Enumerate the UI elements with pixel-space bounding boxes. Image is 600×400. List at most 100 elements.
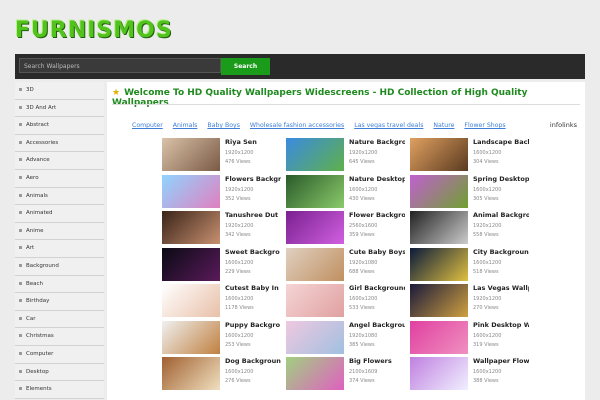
wallpaper-title[interactable]: Dog Backgroun	[225, 357, 281, 365]
wallpaper-views: 388 Views	[473, 378, 499, 384]
wallpaper-title[interactable]: Cute Baby Boys	[349, 248, 405, 256]
wallpaper-thumbnail[interactable]	[162, 284, 220, 317]
wallpaper-thumbnail[interactable]	[286, 357, 344, 390]
bullet-icon	[19, 369, 22, 373]
tag-link[interactable]: Baby Boys	[207, 122, 240, 129]
wallpaper-title[interactable]: Pink Desktop W	[473, 321, 529, 329]
wallpaper-resolution: 1600x1200	[349, 186, 378, 193]
tag-link[interactable]: Flower Shops	[464, 122, 505, 129]
wallpaper-item[interactable]: City Background 1600x1200 518 Views	[410, 247, 535, 282]
search-button[interactable]: Search	[221, 58, 270, 75]
sidebar-item[interactable]: 3D	[15, 82, 104, 100]
wallpaper-title[interactable]: Girl Background	[349, 284, 405, 292]
wallpaper-thumbnail[interactable]	[410, 284, 468, 317]
wallpaper-title[interactable]: Animal Backgro	[473, 211, 529, 219]
wallpaper-thumbnail[interactable]	[162, 174, 220, 208]
sidebar-item[interactable]: Accessories	[15, 134, 104, 153]
wallpaper-thumbnail[interactable]	[162, 138, 220, 171]
wallpaper-item[interactable]: Puppy Backgro 1600x1200 253 Views	[162, 320, 287, 355]
wallpaper-thumbnail[interactable]	[410, 174, 468, 208]
sidebar-item[interactable]: Advance	[15, 152, 104, 170]
sidebar-item[interactable]: Elements	[15, 381, 104, 399]
sidebar-item[interactable]: Birthday	[15, 293, 104, 311]
wallpaper-item[interactable]: Spring Desktop 1600x1200 305 Views	[410, 174, 535, 209]
wallpaper-item[interactable]: Flower Backgrou 2560x1600 359 Views	[286, 211, 411, 245]
wallpaper-thumbnail[interactable]	[286, 247, 344, 281]
wallpaper-thumbnail[interactable]	[286, 284, 344, 317]
sidebar-item[interactable]: Animated	[15, 205, 104, 223]
sidebar-item[interactable]: Aero	[15, 169, 104, 188]
wallpaper-item[interactable]: Tanushree Dut 1920x1200 342 Views	[162, 211, 287, 245]
wallpaper-title[interactable]: Flower Backgrou	[349, 211, 405, 219]
wallpaper-title[interactable]: Sweet Backgro	[225, 248, 281, 256]
tag-link[interactable]: Las vegas travel deals	[354, 122, 423, 129]
wallpaper-item[interactable]: Animal Backgro 1920x1200 558 Views	[410, 211, 535, 245]
wallpaper-thumbnail[interactable]	[162, 357, 220, 390]
wallpaper-item[interactable]: Dog Backgroun 1600x1200 276 Views	[162, 357, 287, 391]
welcome-text: Welcome To HD Quality Wallpapers Widescr…	[112, 88, 528, 108]
wallpaper-thumbnail[interactable]	[162, 211, 220, 244]
tag-link[interactable]: Nature	[433, 122, 454, 129]
tag-link[interactable]: Wholesale fashion accessories	[250, 122, 344, 129]
wallpaper-thumbnail[interactable]	[410, 357, 468, 390]
wallpaper-thumbnail[interactable]	[162, 247, 220, 281]
sidebar-item-label: Computer	[26, 350, 54, 357]
wallpaper-thumbnail[interactable]	[286, 211, 344, 244]
wallpaper-title[interactable]: Flowers Backgr	[225, 175, 281, 183]
wallpaper-item[interactable]: Nature Backgro 1920x1200 645 Views	[286, 138, 411, 172]
wallpaper-title[interactable]: Spring Desktop	[473, 175, 529, 183]
wallpaper-thumbnail[interactable]	[410, 211, 468, 244]
wallpaper-title[interactable]: City Background	[473, 248, 529, 256]
wallpaper-thumbnail[interactable]	[286, 320, 344, 354]
wallpaper-title[interactable]: Puppy Backgro	[225, 321, 281, 329]
wallpaper-title[interactable]: Big Flowers	[349, 357, 405, 365]
wallpaper-thumbnail[interactable]	[410, 247, 468, 281]
bullet-icon	[19, 88, 22, 91]
wallpaper-item[interactable]: Nature Desktop 1600x1200 430 Views	[286, 174, 411, 209]
wallpaper-item[interactable]: Riya Sen 1920x1200 476 Views	[162, 138, 287, 172]
site-logo[interactable]: FURNISMOS	[15, 18, 172, 46]
wallpaper-title[interactable]: Cutest Baby In	[225, 284, 281, 292]
sidebar-item[interactable]: Car	[15, 310, 104, 329]
wallpaper-title[interactable]: Nature Desktop	[349, 175, 405, 183]
wallpaper-thumbnail[interactable]	[286, 138, 344, 171]
wallpaper-item[interactable]: Pink Desktop W 1600x1200 319 Views	[410, 320, 535, 355]
sidebar-item[interactable]: Animals	[15, 187, 104, 206]
wallpaper-title[interactable]: Landscape Back	[473, 138, 529, 146]
wallpaper-title[interactable]: Riya Sen	[225, 138, 281, 146]
sidebar-item[interactable]: Beach	[15, 275, 104, 294]
search-input[interactable]: Search Wallpapers	[19, 58, 221, 73]
infolinks-label[interactable]: infolinks	[550, 121, 577, 129]
wallpaper-thumbnail[interactable]	[286, 174, 344, 208]
wallpaper-title[interactable]: Las Vegas Wallpa	[473, 284, 529, 292]
wallpaper-item[interactable]: Wallpaper Flow 1600x1200 388 Views	[410, 357, 535, 391]
wallpaper-item[interactable]: Sweet Backgro 1600x1200 229 Views	[162, 247, 287, 282]
sidebar-item[interactable]: Anime	[15, 222, 104, 241]
main-content: ★ Welcome To HD Quality Wallpapers Widesc…	[107, 82, 585, 400]
tag-link[interactable]: Computer	[132, 122, 163, 129]
wallpaper-item[interactable]: Las Vegas Wallpa 1920x1200 270 Views	[410, 284, 535, 318]
wallpaper-item[interactable]: Cutest Baby In 1600x1200 1178 Views	[162, 284, 287, 318]
sidebar-item[interactable]: Computer	[15, 345, 104, 364]
wallpaper-thumbnail[interactable]	[410, 138, 468, 171]
wallpaper-resolution: 1600x1200	[473, 369, 502, 375]
wallpaper-item[interactable]: Angel Backgroun 1920x1080 385 Views	[286, 320, 411, 355]
tag-link[interactable]: Animals	[173, 122, 198, 129]
sidebar-item[interactable]: Art	[15, 240, 104, 258]
wallpaper-title[interactable]: Wallpaper Flow	[473, 357, 529, 365]
wallpaper-title[interactable]: Angel Backgroun	[349, 321, 405, 329]
sidebar-item[interactable]: Desktop	[15, 363, 104, 382]
wallpaper-item[interactable]: Flowers Backgr 1920x1200 352 Views	[162, 174, 287, 209]
wallpaper-thumbnail[interactable]	[162, 320, 220, 354]
sidebar-item[interactable]: 3D And Art	[15, 99, 104, 118]
wallpaper-item[interactable]: Cute Baby Boys 1920x1080 688 Views	[286, 247, 411, 282]
sidebar-item[interactable]: Christmas	[15, 328, 104, 346]
wallpaper-title[interactable]: Tanushree Dut	[225, 211, 281, 219]
wallpaper-title[interactable]: Nature Backgro	[349, 138, 405, 146]
wallpaper-item[interactable]: Big Flowers 2100x1609 374 Views	[286, 357, 411, 391]
wallpaper-item[interactable]: Girl Background 1600x1200 533 Views	[286, 284, 411, 318]
sidebar-item[interactable]: Abstract	[15, 117, 104, 135]
wallpaper-item[interactable]: Landscape Back 1600x1200 304 Views	[410, 138, 535, 172]
sidebar-item[interactable]: Background	[15, 257, 104, 276]
wallpaper-thumbnail[interactable]	[410, 320, 468, 354]
